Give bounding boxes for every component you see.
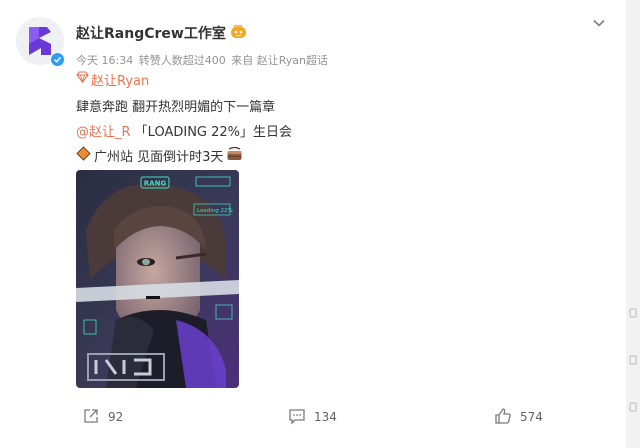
post-text-line-1: 肆意奔跑 翻开热烈明媚的下一篇章 [76,100,276,115]
post-text-line-3: 广州站 见面倒计时3天 [76,146,243,165]
post-source[interactable]: 来自 赵让Ryan超话 [231,54,328,67]
like-button[interactable]: 574 [494,404,543,430]
supertopic-link[interactable]: 赵让Ryan [76,71,150,89]
comment-icon [288,407,306,428]
edge-icon-3 [629,397,637,412]
mention-link[interactable]: @赵让_R [76,125,131,140]
diamond-icon [76,71,89,87]
cake-emoji-icon [226,146,243,165]
author-row: 赵让RangCrew工作室 [76,23,247,43]
action-bar: 92 134 574 [0,404,626,430]
orange-diamond-icon [76,146,91,165]
verified-badge-icon [50,52,65,67]
post-meta: 今天 16:34 转赞人数超过400 来自 赵让Ryan超话 [76,52,330,68]
post-menu-chevron-down-icon[interactable] [592,15,606,29]
member-badge-icon [230,23,247,43]
repost-button[interactable]: 92 [82,404,123,430]
poster-brand-text: RANG [144,180,167,188]
repost-count: 92 [108,410,124,424]
post-image[interactable]: RANG Loading 22% [76,170,239,388]
post-reposts-note: 转赞人数超过400 [138,54,226,67]
post-text-line-2: @赵让_R 「LOADING 22%」生日会 [76,121,292,140]
comment-count: 134 [314,410,337,424]
like-count: 574 [520,410,543,424]
thumbs-up-icon [494,407,512,428]
post-time[interactable]: 今天 16:34 [76,54,133,67]
poster-loading-text: Loading 22% [197,208,233,214]
edge-icon-2 [629,350,637,365]
location-text: 广州站 见面倒计时3天 [94,150,224,165]
weibo-post-card: 赵让RangCrew工作室 今天 16:34 转赞人数超过400 来自 赵让Ry… [0,0,626,448]
comment-button[interactable]: 134 [288,404,337,430]
event-text: 「LOADING 22%」生日会 [130,125,293,140]
supertopic-label: 赵让Ryan [91,73,150,89]
repost-icon [82,407,100,428]
edge-icon-1 [629,303,637,318]
author-avatar[interactable] [16,17,65,67]
page-scroll-edge [626,0,640,448]
author-name[interactable]: 赵让RangCrew工作室 [76,23,226,43]
